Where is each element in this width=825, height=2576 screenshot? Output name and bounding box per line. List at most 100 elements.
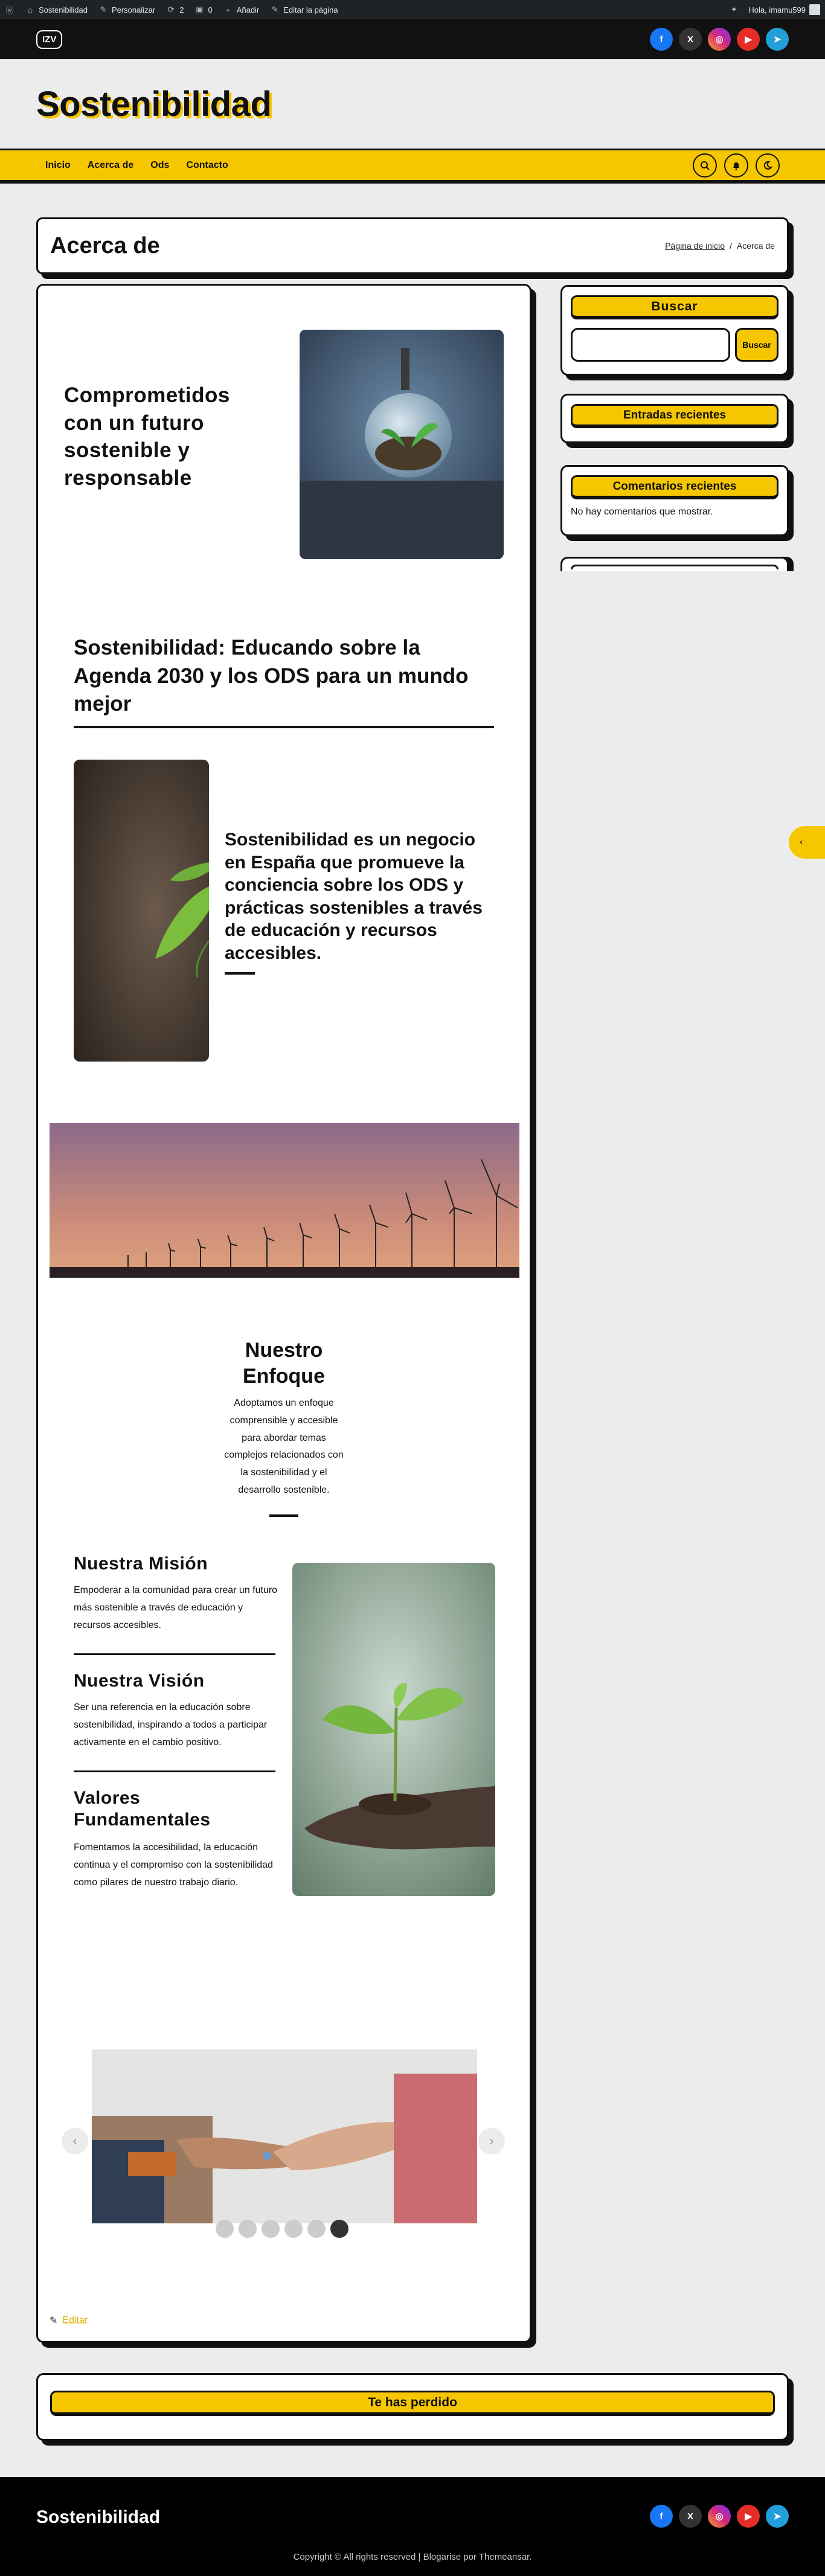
admin-site-link[interactable]: ⌂ Sostenibilidad — [25, 5, 88, 14]
ai-sparkle-icon[interactable]: ✦ — [729, 5, 739, 14]
divider — [74, 726, 494, 728]
brush-icon: ✎ — [100, 5, 107, 14]
recent-comments-title: Comentarios recientes — [571, 475, 778, 499]
search-button[interactable]: Buscar — [735, 328, 778, 362]
vision-text: Ser una referencia en la educación sobre… — [74, 1702, 268, 1748]
valores-text: Fomentamos la accesibilidad, la educació… — [74, 1842, 273, 1888]
site-title[interactable]: Sostenibilidad — [36, 84, 272, 124]
divider — [74, 1653, 275, 1655]
sidebar-widget-partial — [560, 557, 789, 571]
wordpress-icon: ⓦ — [5, 5, 14, 15]
avatar — [809, 4, 820, 15]
admin-edit-link[interactable]: ✎ Editar la página — [270, 5, 338, 14]
site-logo[interactable]: IZV — [36, 30, 63, 49]
slider-dot[interactable] — [262, 2220, 280, 2238]
breadcrumb: Página de inicio / Acerca de — [665, 241, 775, 251]
updates-icon: ⟳ — [167, 5, 175, 14]
lightbulb-plant-image — [300, 330, 504, 559]
breadcrumb-separator: / — [730, 241, 732, 251]
search-widget: Buscar Buscar — [560, 285, 789, 376]
page-title-box: Acerca de Página de inicio / Acerca de — [36, 217, 789, 274]
admin-updates-link[interactable]: ⟳ 2 — [166, 5, 184, 14]
footer: Sostenibilidad f X ◎ ▶ ➤ Copyright © All… — [0, 2477, 825, 2576]
search-icon[interactable] — [693, 153, 717, 178]
valores-heading: Valores Fundamentales — [74, 1788, 211, 1830]
enfoque-heading: Nuestro Enfoque — [243, 1339, 325, 1388]
page-title: Acerca de — [50, 232, 160, 258]
slider-dot-active[interactable] — [330, 2220, 348, 2238]
admin-new-link[interactable]: + Añadir — [223, 5, 259, 14]
edit-icon: ✎ — [50, 2316, 58, 2326]
mision-text: Empoderar a la comunidad para crear un f… — [74, 1585, 278, 1630]
search-form: Buscar — [571, 328, 778, 362]
admin-account-menu[interactable]: Hola, imamu599 — [748, 4, 820, 15]
home-icon: ⌂ — [28, 5, 33, 14]
nav-icons — [693, 153, 780, 178]
mision-heading: Nuestra Misión — [74, 1554, 208, 1574]
plus-icon: + — [225, 5, 231, 14]
youtube-icon[interactable]: ▶ — [737, 28, 760, 51]
breadcrumb-home[interactable]: Página de inicio — [665, 241, 725, 251]
nav-item-ods[interactable]: Ods — [150, 160, 169, 171]
admin-customize-link[interactable]: ✎ Personalizar — [98, 5, 156, 14]
image-slider[interactable] — [92, 2049, 477, 2223]
search-widget-title: Buscar — [571, 295, 778, 319]
telegram-icon[interactable]: ➤ — [766, 28, 789, 51]
education-heading: Sostenibilidad: Educando sobre la Agenda… — [74, 636, 469, 716]
admin-bar: ⓦ ⌂ Sostenibilidad ✎ Personalizar ⟳ 2 ▣ 0 + A… — [0, 0, 825, 19]
pencil-icon: ✎ — [271, 5, 278, 14]
widget-title-partial — [571, 565, 778, 569]
chevron-up-icon: ‹ — [800, 837, 803, 847]
short-divider — [269, 1514, 298, 1517]
no-comments-text: No hay comentarios que mostrar. — [571, 507, 713, 517]
moon-icon[interactable] — [756, 153, 780, 178]
slider-next-arrow[interactable]: › — [478, 2128, 505, 2155]
short-divider — [225, 972, 255, 975]
edit-page-link[interactable]: ✎ Editar — [50, 2315, 88, 2327]
hand-seedling-image — [292, 1563, 495, 1896]
missed-section: Te has perdido — [36, 2373, 789, 2441]
vision-heading: Nuestra Visión — [74, 1671, 205, 1691]
business-heading: Sostenibilidad es un negocio en España q… — [225, 830, 483, 963]
nav-item-acerca-de[interactable]: Acerca de — [88, 160, 134, 171]
footer-site-title[interactable]: Sostenibilidad — [36, 2507, 160, 2528]
divider — [74, 1770, 275, 1772]
telegram-icon[interactable]: ➤ — [766, 2505, 789, 2528]
missed-section-title: Te has perdido — [50, 2391, 775, 2416]
facebook-icon[interactable]: f — [650, 2505, 673, 2528]
slider-dot[interactable] — [307, 2220, 326, 2238]
copyright-text: Copyright © All rights reserved | Blogar… — [293, 2552, 532, 2562]
slider-dot[interactable] — [216, 2220, 234, 2238]
top-header: IZV f X ◎ ▶ ➤ — [0, 19, 825, 59]
hero-heading: Comprometidos con un futuro sostenible y… — [64, 383, 230, 490]
instagram-icon[interactable]: ◎ — [708, 2505, 731, 2528]
slider-dots — [216, 2220, 348, 2238]
search-input[interactable] — [571, 328, 730, 362]
slider-dot[interactable] — [284, 2220, 303, 2238]
bell-icon[interactable] — [724, 153, 748, 178]
admin-comments-link[interactable]: ▣ 0 — [194, 5, 212, 14]
facebook-icon[interactable]: f — [650, 28, 673, 51]
nav-item-contacto[interactable]: Contacto — [186, 160, 228, 171]
slider-prev-arrow[interactable]: ‹ — [62, 2128, 88, 2155]
wind-turbines-image — [50, 1123, 519, 1278]
header-socials: f X ◎ ▶ ➤ — [650, 28, 789, 51]
breadcrumb-current: Acerca de — [736, 241, 775, 251]
enfoque-text: Adoptamos un enfoque comprensible y acce… — [224, 1398, 344, 1495]
branding: Sostenibilidad — [0, 59, 825, 149]
instagram-icon[interactable]: ◎ — [708, 28, 731, 51]
comment-icon: ▣ — [196, 5, 204, 14]
footer-socials: f X ◎ ▶ ➤ — [650, 2505, 789, 2528]
recent-posts-widget: Entradas recientes — [560, 394, 789, 443]
slider-dot[interactable] — [239, 2220, 257, 2238]
recent-posts-title: Entradas recientes — [571, 404, 778, 428]
main-nav: Inicio Acerca de Ods Contacto — [0, 149, 825, 184]
scroll-top-button[interactable]: ‹ — [789, 826, 825, 859]
wordpress-menu[interactable]: ⓦ — [5, 5, 14, 15]
youtube-icon[interactable]: ▶ — [737, 2505, 760, 2528]
nav-item-inicio[interactable]: Inicio — [45, 160, 71, 171]
recent-comments-widget: Comentarios recientes No hay comentarios… — [560, 465, 789, 536]
x-icon[interactable]: X — [679, 2505, 702, 2528]
x-icon[interactable]: X — [679, 28, 702, 51]
article-card — [36, 284, 531, 2343]
